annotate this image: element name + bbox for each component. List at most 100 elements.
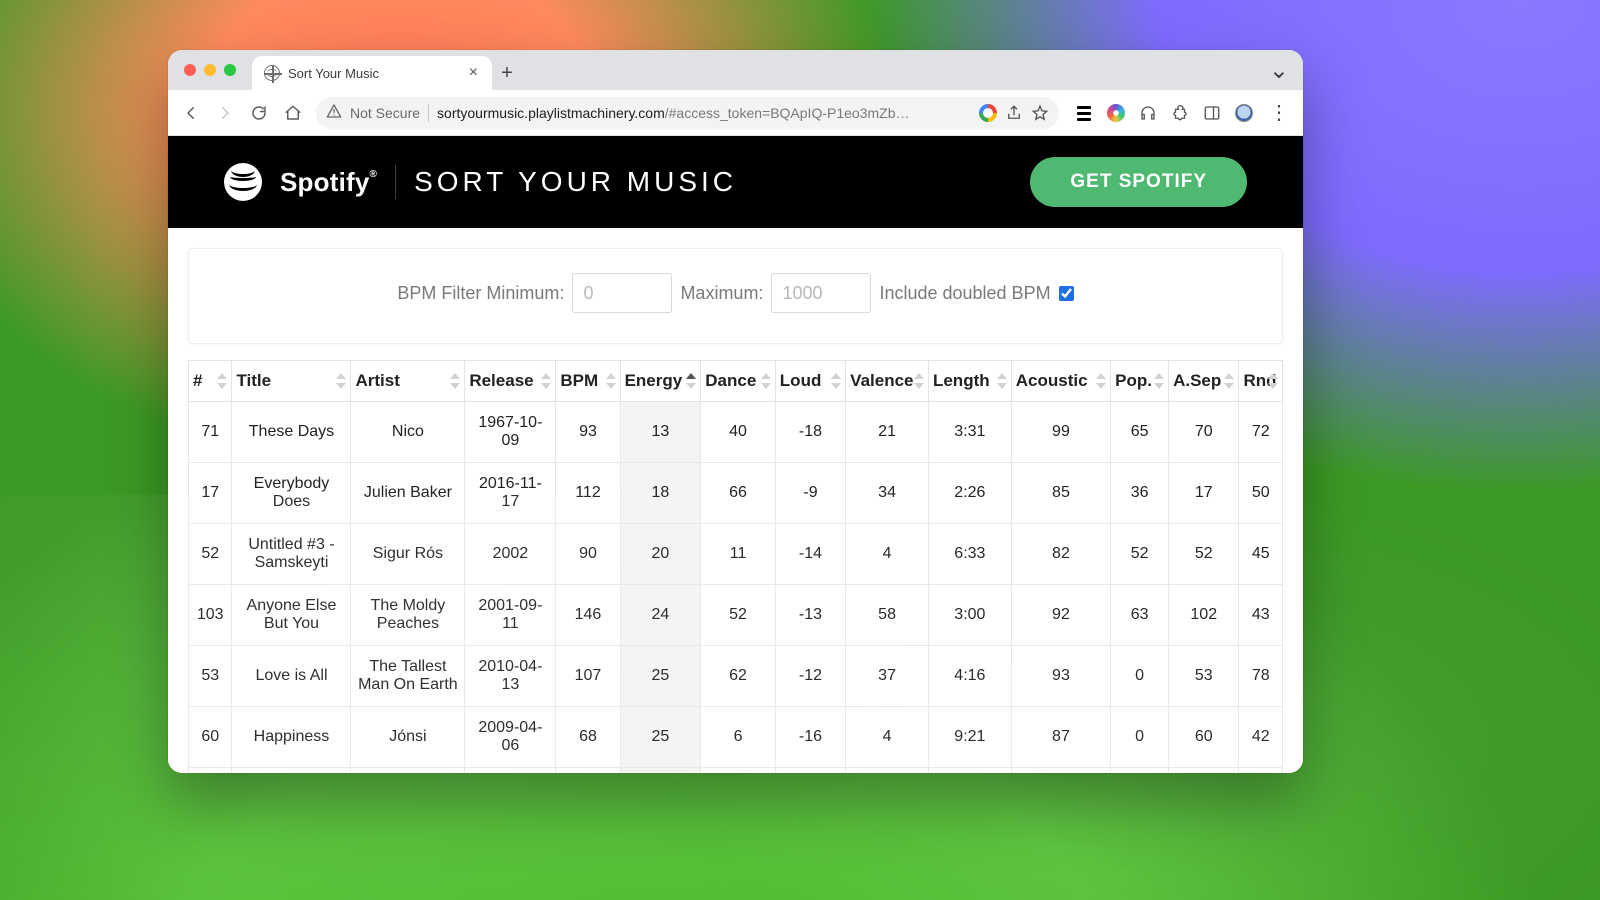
home-button[interactable] (282, 102, 304, 124)
cell: 20 (620, 524, 701, 585)
cell: 3:52 (928, 768, 1011, 774)
cell: 18 (620, 463, 701, 524)
column-header[interactable]: Artist (351, 361, 465, 402)
cell: 107 (556, 646, 620, 707)
extension-headphones-icon[interactable] (1139, 104, 1157, 122)
cell: 87 (1011, 707, 1110, 768)
share-icon[interactable] (1005, 104, 1023, 122)
cell: 18 (189, 768, 232, 774)
cell: 2001-09-11 (465, 585, 556, 646)
cell: Nico (351, 402, 465, 463)
table-row[interactable]: 71These DaysNico1967-10-09931340-18213:3… (189, 402, 1283, 463)
bookmark-star-icon[interactable] (1031, 104, 1049, 122)
cell: 53 (189, 646, 232, 707)
google-icon[interactable] (979, 104, 997, 122)
extension-loom-icon[interactable] (1107, 104, 1125, 122)
cell: 4 (846, 524, 929, 585)
column-header[interactable]: Energy (620, 361, 701, 402)
cell: Untitled #3 - Samskeyti (232, 524, 351, 585)
cell: 146 (556, 585, 620, 646)
browser-tab[interactable]: Sort Your Music × (252, 56, 492, 90)
address-bar[interactable]: Not Secure sortyourmusic.playlistmachine… (316, 97, 1059, 129)
table-row[interactable]: 52Untitled #3 - SamskeytiSigur Rós200290… (189, 524, 1283, 585)
browser-menu-button[interactable]: ⋮ (1267, 100, 1291, 125)
cell: 52 (189, 524, 232, 585)
cell: 71 (189, 402, 232, 463)
cell: The Tallest Man On Earth (351, 646, 465, 707)
window-close-button[interactable] (184, 64, 196, 76)
cell: 13 (620, 402, 701, 463)
include-doubled-checkbox[interactable] (1059, 286, 1074, 301)
extensions-button[interactable] (1171, 104, 1189, 122)
column-header[interactable]: Rnd (1239, 361, 1283, 402)
column-header[interactable]: Valence (846, 361, 929, 402)
column-header[interactable]: Pop. (1111, 361, 1169, 402)
tracks-table: #TitleArtistReleaseBPMEnergyDanceLoudVal… (188, 360, 1283, 773)
tab-close-button[interactable]: × (467, 64, 480, 82)
cell: Everybody Does (232, 463, 351, 524)
column-header[interactable]: Dance (701, 361, 776, 402)
not-secure-icon (326, 103, 342, 122)
cell: 22 (701, 768, 776, 774)
table-row[interactable]: 18FuneralPhoebe Bridgers2017-09-22172262… (189, 768, 1283, 774)
tab-title: Sort Your Music (288, 66, 459, 81)
cell: 93 (556, 402, 620, 463)
cell: 1967-10-09 (465, 402, 556, 463)
bpm-max-input[interactable] (771, 273, 871, 313)
cell: -18 (775, 402, 845, 463)
cell: 85 (1011, 463, 1110, 524)
cell: 25 (620, 707, 701, 768)
nav-back-button[interactable] (180, 102, 202, 124)
cell: 172 (556, 768, 620, 774)
cell: 93 (1011, 646, 1110, 707)
cell: -14 (775, 768, 845, 774)
cell: 0 (1111, 768, 1169, 774)
app-header: Spotify® SORT YOUR MUSIC GET SPOTIFY (168, 136, 1303, 228)
cell: 25 (620, 646, 701, 707)
profile-avatar[interactable] (1235, 104, 1253, 122)
column-header[interactable]: Title (232, 361, 351, 402)
cell: 70 (1169, 402, 1239, 463)
cell: 52 (1169, 524, 1239, 585)
column-header[interactable]: Length (928, 361, 1011, 402)
cell: 36 (1111, 463, 1169, 524)
cell: -9 (775, 463, 845, 524)
table-row[interactable]: 103Anyone Else But YouThe Moldy Peaches2… (189, 585, 1283, 646)
bpm-min-input[interactable] (572, 273, 672, 313)
cell: 21 (846, 402, 929, 463)
cell: 2002 (465, 524, 556, 585)
new-tab-button[interactable]: + (492, 56, 522, 90)
extension-buffer-icon[interactable] (1075, 104, 1093, 122)
cell: 34 (846, 463, 929, 524)
window-minimize-button[interactable] (204, 64, 216, 76)
window-maximize-button[interactable] (224, 64, 236, 76)
cell: 45 (1239, 524, 1283, 585)
column-header[interactable]: Acoustic (1011, 361, 1110, 402)
cell: These Days (232, 402, 351, 463)
cell: Jónsi (351, 707, 465, 768)
include-doubled-label: Include doubled BPM (879, 283, 1050, 304)
column-header[interactable]: # (189, 361, 232, 402)
table-row[interactable]: 17Everybody DoesJulien Baker2016-11-1711… (189, 463, 1283, 524)
table-row[interactable]: 60HappinessJónsi2009-04-0668256-1649:218… (189, 707, 1283, 768)
cell: 65 (1111, 402, 1169, 463)
cell: Happiness (232, 707, 351, 768)
tabs-overflow-button[interactable]: ⌄ (1269, 50, 1289, 90)
side-panel-button[interactable] (1203, 104, 1221, 122)
column-header[interactable]: Release (465, 361, 556, 402)
cell: 40 (701, 402, 776, 463)
cell: -14 (775, 524, 845, 585)
table-row[interactable]: 53Love is AllThe Tallest Man On Earth201… (189, 646, 1283, 707)
cell: 53 (1169, 646, 1239, 707)
reload-button[interactable] (248, 102, 270, 124)
nav-forward-button[interactable] (214, 102, 236, 124)
column-header[interactable]: Loud (775, 361, 845, 402)
cell: 90 (556, 524, 620, 585)
cell: 60 (1169, 707, 1239, 768)
column-header[interactable]: A.Sep (1169, 361, 1239, 402)
cell: Julien Baker (351, 463, 465, 524)
cell: 112 (556, 463, 620, 524)
not-secure-label: Not Secure (350, 105, 420, 121)
column-header[interactable]: BPM (556, 361, 620, 402)
get-spotify-button[interactable]: GET SPOTIFY (1030, 157, 1247, 207)
